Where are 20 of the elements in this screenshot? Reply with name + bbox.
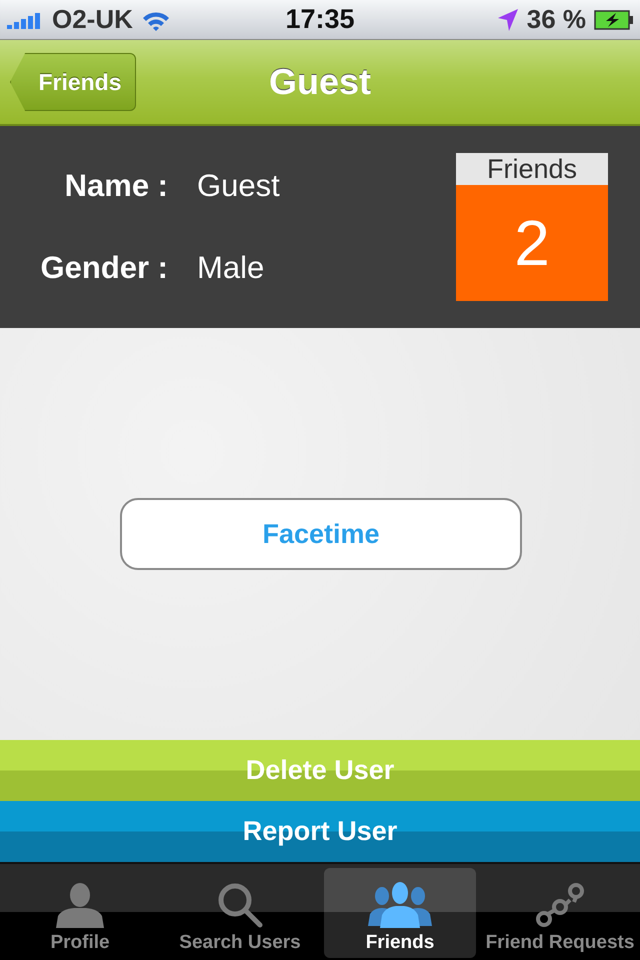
chain-icon bbox=[534, 882, 586, 928]
tab[interactable]: Profile bbox=[4, 868, 156, 958]
friends-count: 2 bbox=[513, 206, 551, 281]
friends-label: Friends bbox=[456, 153, 608, 185]
battery-percent: 36 % bbox=[526, 4, 586, 35]
group-icon bbox=[368, 882, 432, 928]
carrier-name: O2-UK bbox=[52, 4, 133, 35]
field-label: Gender : bbox=[40, 250, 168, 286]
field-value: Guest bbox=[197, 168, 280, 204]
clock: 17:35 bbox=[285, 4, 355, 35]
field-label: Name : bbox=[64, 168, 168, 204]
location-icon bbox=[496, 8, 519, 32]
tab[interactable]: Friend Requests bbox=[484, 868, 636, 958]
field-value: Male bbox=[197, 250, 264, 286]
tab[interactable]: Friends bbox=[324, 868, 476, 958]
action-button[interactable]: Report User bbox=[0, 801, 640, 862]
tab[interactable]: Search Users bbox=[164, 868, 316, 958]
page-title: Guest bbox=[268, 61, 372, 103]
person-icon bbox=[54, 882, 106, 928]
battery-icon bbox=[594, 10, 634, 30]
